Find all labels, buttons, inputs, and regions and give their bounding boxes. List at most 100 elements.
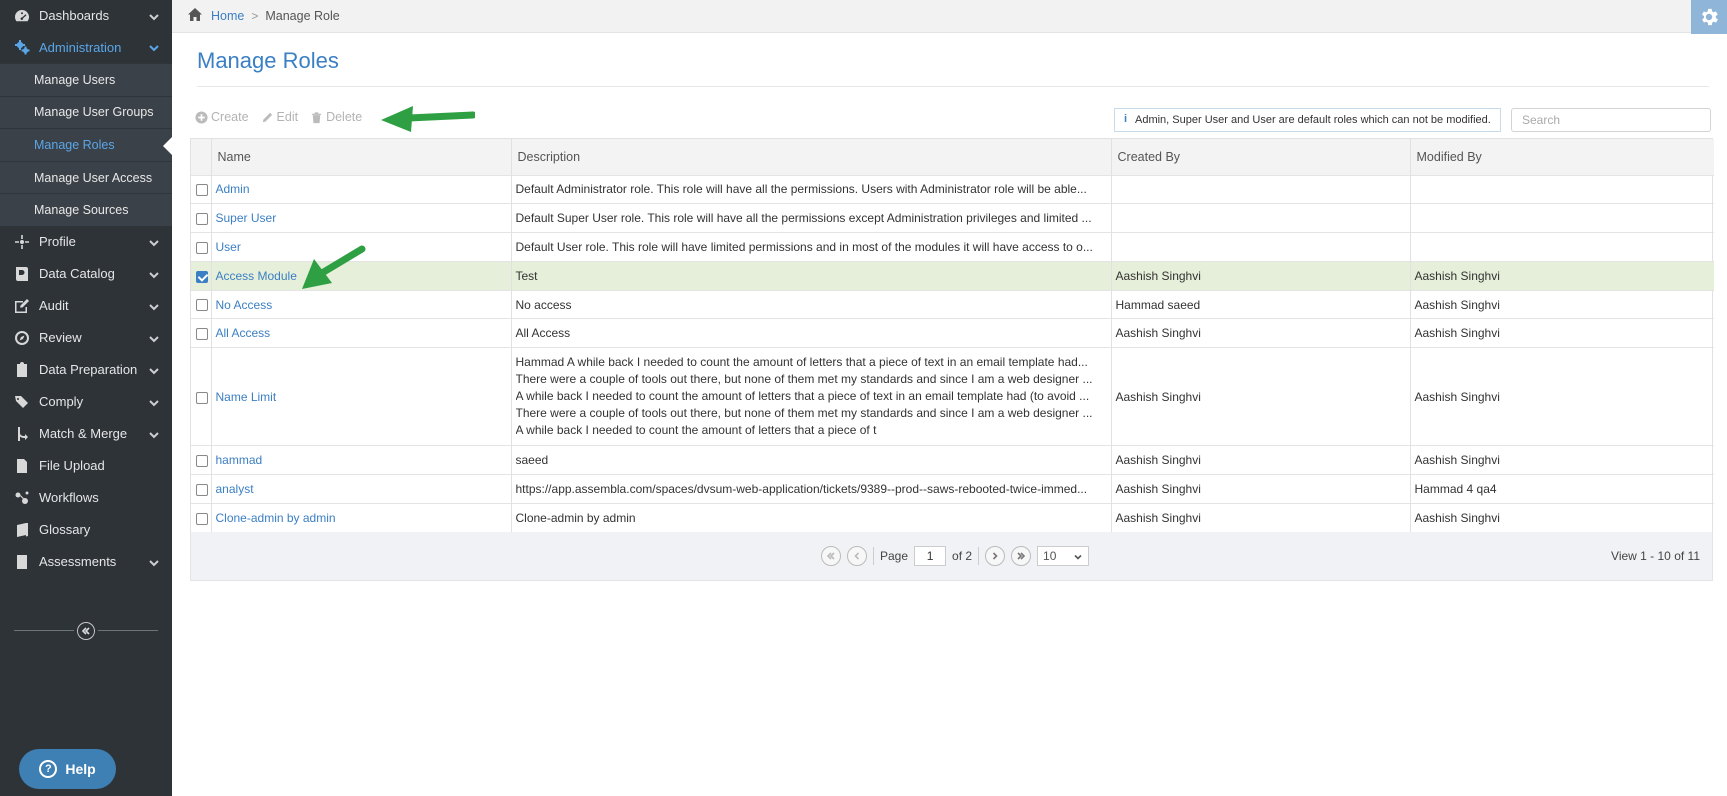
cell-created-by: Aashish Singhvi (1110, 260, 1410, 291)
row-checkbox[interactable] (196, 455, 208, 467)
page-size-select[interactable]: 10 (1037, 546, 1090, 566)
sidebar-item-assessments[interactable]: Assessments (0, 546, 172, 578)
column-header-name[interactable]: Name (210, 139, 511, 175)
table-row[interactable]: Access Module Test Aashish Singhvi Aashish … (191, 260, 1714, 291)
merge-icon (11, 425, 33, 443)
sidebar-item-review[interactable]: Review (0, 322, 172, 354)
row-checkbox[interactable] (196, 270, 208, 283)
sidebar-item-comply[interactable]: Comply (0, 386, 172, 418)
home-icon[interactable] (187, 7, 203, 25)
sidebar-item-audit[interactable]: Audit (0, 290, 172, 322)
cell-checkbox (191, 174, 211, 204)
cell-name: Super User (210, 203, 511, 233)
cell-checkbox (191, 474, 211, 504)
cell-name: analyst (210, 474, 511, 504)
table-row[interactable]: All Access All Access Aashish Singhvi Aashi… (191, 318, 1714, 348)
chevron-down-icon (1074, 554, 1082, 560)
sidebar-item-glossary[interactable]: Glossary (0, 514, 172, 546)
table-row[interactable]: User Default User role. This role will ha… (191, 232, 1714, 262)
submenu-item-manage-sources[interactable]: Manage Sources (0, 193, 172, 226)
cell-name: Name Limit (210, 347, 511, 446)
role-name-link[interactable]: No Access (216, 298, 273, 312)
cell-description: Clone-admin by admin (510, 502, 1111, 533)
row-checkbox[interactable] (196, 299, 208, 312)
cell-description: All Access (510, 318, 1111, 348)
role-name-link[interactable]: Name Limit (216, 390, 277, 404)
cogs-icon (11, 38, 33, 56)
table-row[interactable]: Admin Default Administrator role. This ro… (191, 174, 1714, 204)
first-page-button[interactable] (821, 546, 841, 566)
submenu-item-manage-user-groups[interactable]: Manage User Groups (0, 95, 172, 129)
table-row[interactable]: hammad saeed Aashish Singhvi Aashish Singhv… (191, 445, 1714, 475)
settings-button[interactable] (1691, 0, 1727, 34)
row-checkbox[interactable] (196, 184, 208, 197)
assessment-icon (11, 553, 33, 571)
sidebar-item-match-merge[interactable]: Match & Merge (0, 418, 172, 450)
role-name-link[interactable]: Clone-admin by admin (216, 511, 336, 525)
sidebar-item-data-preparation[interactable]: Data Preparation (0, 354, 172, 386)
cell-modified-by: Aashish Singhvi (1409, 347, 1714, 446)
sidebar-item-label: Assessments (39, 554, 117, 570)
breadcrumb-current: Manage Role (265, 9, 340, 23)
table-row[interactable]: Super User Default Super User role. This … (191, 203, 1714, 233)
row-checkbox[interactable] (196, 213, 208, 226)
cell-name: All Access (210, 318, 511, 348)
sidebar-item-workflows[interactable]: Workflows (0, 482, 172, 514)
table-row[interactable]: No Access No access Hammad saeed Aashish Si… (191, 289, 1714, 319)
delete-button[interactable]: Delete (310, 110, 362, 124)
submenu-item-manage-users[interactable]: Manage Users (0, 63, 172, 96)
sidebar-item-data-catalog[interactable]: Data Catalog (0, 258, 172, 290)
cell-checkbox (191, 260, 211, 291)
cell-modified-by: Aashish Singhvi (1409, 318, 1714, 348)
chevron-down-icon (148, 301, 160, 313)
create-button[interactable]: Create (195, 110, 249, 124)
description-line: There were a couple of tools out there, … (515, 406, 1093, 421)
double-chevron-right-icon (1017, 552, 1026, 560)
column-header-created-by[interactable]: Created By (1110, 139, 1410, 175)
submenu-item-manage-user-access[interactable]: Manage User Access (0, 160, 172, 194)
divider (978, 547, 980, 565)
role-name-link[interactable]: All Access (216, 326, 271, 340)
breadcrumb-home-link[interactable]: Home (211, 9, 244, 23)
column-header-modified-by[interactable]: Modified By (1409, 139, 1714, 175)
prev-page-button[interactable] (847, 546, 867, 566)
create-label: Create (211, 110, 249, 124)
cell-description: Test (510, 260, 1111, 291)
role-name-link[interactable]: Access Module (216, 269, 297, 283)
table-row[interactable]: Name Limit Hammad A while back I needed t… (191, 347, 1714, 446)
row-checkbox[interactable] (196, 483, 208, 496)
column-header-description[interactable]: Description (510, 139, 1111, 175)
table-row[interactable]: analyst https://app.assembla.com/spaces/d… (191, 474, 1714, 504)
chevron-down-icon (148, 557, 160, 569)
chevron-down-icon (148, 11, 160, 23)
cell-created-by: Aashish Singhvi (1110, 318, 1410, 348)
help-label: Help (65, 761, 96, 777)
role-name-link[interactable]: Super User (216, 211, 277, 225)
trash-icon (311, 111, 322, 123)
submenu-item-manage-roles[interactable]: Manage Roles (0, 128, 172, 161)
table-row[interactable]: Clone-admin by admin Clone-admin by admin… (191, 502, 1714, 533)
edit-button[interactable]: Edit (261, 110, 298, 124)
sidebar-item-file-upload[interactable]: File Upload (0, 450, 172, 482)
role-name-link[interactable]: User (216, 240, 241, 254)
gear-icon (1702, 8, 1718, 26)
page-number-input[interactable] (914, 546, 947, 566)
role-name-link[interactable]: analyst (216, 482, 254, 496)
search-input[interactable] (1511, 108, 1711, 132)
info-text: Admin, Super User and User are default r… (1135, 114, 1491, 126)
sidebar-item-profile[interactable]: Profile (0, 226, 172, 258)
description-line: There were a couple of tools out there, … (515, 372, 1093, 387)
last-page-button[interactable] (1011, 546, 1032, 566)
role-name-link[interactable]: hammad (216, 453, 263, 467)
row-checkbox[interactable] (196, 241, 208, 254)
row-checkbox[interactable] (196, 512, 208, 525)
next-page-button[interactable] (985, 546, 1006, 566)
info-message: i Admin, Super User and User are default… (1114, 108, 1501, 132)
sidebar-item-administration[interactable]: Administration (0, 31, 172, 63)
role-name-link[interactable]: Admin (216, 182, 250, 196)
collapse-sidebar-button[interactable] (77, 622, 95, 640)
row-checkbox[interactable] (196, 391, 208, 404)
row-checkbox[interactable] (196, 328, 208, 341)
sidebar-item-dashboards[interactable]: Dashboards (0, 0, 172, 31)
help-button[interactable]: ? Help (19, 749, 116, 789)
